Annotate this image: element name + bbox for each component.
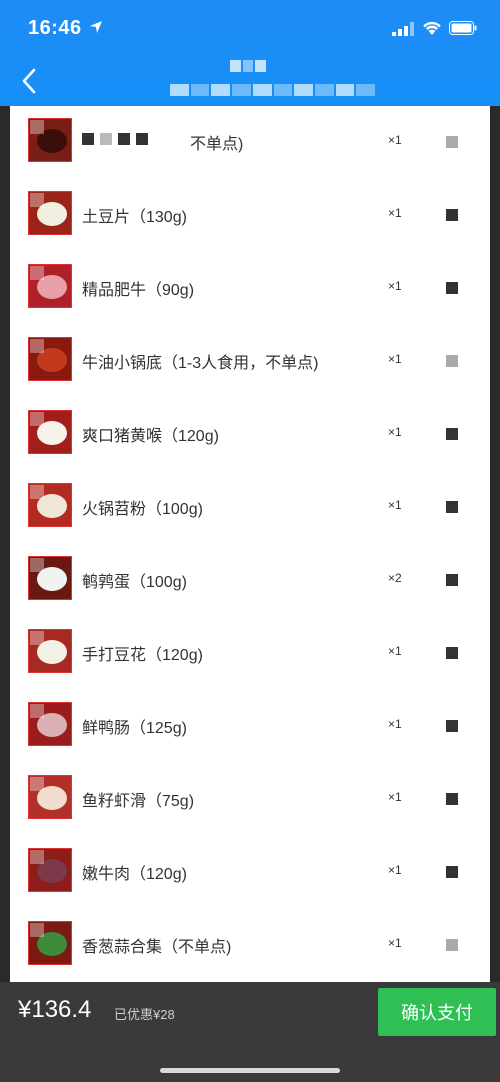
status-bar: 16:46 bbox=[0, 0, 500, 58]
list-item[interactable]: 香葱蒜合集（不单点) ×1 bbox=[10, 909, 490, 981]
list-item[interactable]: 火锅苕粉（100g) ×1 bbox=[10, 471, 490, 543]
item-name: 鱼籽虾滑（75g) bbox=[82, 793, 195, 810]
confirm-pay-button[interactable]: 确认支付 bbox=[378, 988, 496, 1036]
item-name: 土豆片（130g) bbox=[82, 209, 187, 226]
food-thumbnail bbox=[28, 556, 72, 600]
list-item[interactable]: 精品肥牛（90g) ×1 bbox=[10, 252, 490, 324]
list-item[interactable]: 鱼籽虾滑（75g) ×1 bbox=[10, 763, 490, 835]
item-name: 火锅苕粉（100g) bbox=[82, 501, 203, 518]
cellular-signal-icon bbox=[392, 22, 414, 36]
item-price-redacted bbox=[446, 209, 458, 221]
status-time: 16:46 bbox=[28, 17, 82, 39]
item-price-redacted bbox=[446, 939, 458, 951]
wifi-icon bbox=[423, 21, 441, 35]
item-quantity: ×1 bbox=[388, 717, 402, 731]
food-thumbnail bbox=[28, 337, 72, 381]
battery-icon bbox=[449, 21, 477, 35]
page-subtitle-redacted bbox=[170, 84, 376, 96]
list-item[interactable]: 手打豆花（120g) ×1 bbox=[10, 617, 490, 689]
item-name: 不单点) bbox=[190, 136, 244, 153]
order-item-list[interactable]: 不单点) ×1 土豆片（130g) ×1 精品肥牛（90g) ×1 牛油小锅底（… bbox=[10, 106, 490, 982]
item-quantity: ×1 bbox=[388, 352, 402, 366]
item-quantity: ×1 bbox=[388, 936, 402, 950]
food-thumbnail bbox=[28, 702, 72, 746]
item-name: 牛油小锅底（1-3人食用，不单点) bbox=[82, 355, 319, 372]
top-header: 16:46 bbox=[0, 0, 500, 106]
food-thumbnail bbox=[28, 921, 72, 965]
list-item[interactable]: 鲜鸭肠（125g) ×1 bbox=[10, 690, 490, 762]
item-price-redacted bbox=[446, 355, 458, 367]
item-price-redacted bbox=[446, 501, 458, 513]
discount-label: 已优惠¥28 bbox=[114, 1007, 175, 1022]
food-thumbnail bbox=[28, 264, 72, 308]
item-quantity: ×1 bbox=[388, 133, 402, 147]
checkout-footer: ¥136.4 已优惠¥28 确认支付 bbox=[0, 982, 500, 1082]
item-quantity: ×1 bbox=[388, 790, 402, 804]
item-quantity: ×1 bbox=[388, 206, 402, 220]
list-item[interactable]: 不单点) ×1 bbox=[10, 106, 490, 178]
item-name: 手打豆花（120g) bbox=[82, 647, 203, 664]
food-thumbnail bbox=[28, 775, 72, 819]
back-button[interactable] bbox=[14, 64, 44, 98]
item-name: 爽口猪黄喉（120g) bbox=[82, 428, 219, 445]
food-thumbnail bbox=[28, 629, 72, 673]
item-price-redacted bbox=[446, 647, 458, 659]
item-price-redacted bbox=[446, 793, 458, 805]
item-name: 鹌鹑蛋（100g) bbox=[82, 574, 187, 591]
item-quantity: ×1 bbox=[388, 644, 402, 658]
food-thumbnail bbox=[28, 191, 72, 235]
item-name: 精品肥牛（90g) bbox=[82, 282, 195, 299]
food-thumbnail bbox=[28, 118, 72, 162]
item-quantity: ×2 bbox=[388, 571, 402, 585]
item-quantity: ×1 bbox=[388, 863, 402, 877]
item-price-redacted bbox=[446, 574, 458, 586]
chevron-left-icon bbox=[22, 68, 36, 94]
page-title-redacted bbox=[230, 60, 267, 72]
item-name: 香葱蒜合集（不单点) bbox=[82, 939, 232, 956]
item-quantity: ×1 bbox=[388, 425, 402, 439]
list-item[interactable]: 土豆片（130g) ×1 bbox=[10, 179, 490, 251]
item-price-redacted bbox=[446, 428, 458, 440]
food-thumbnail bbox=[28, 483, 72, 527]
item-name: 嫩牛肉（120g) bbox=[82, 866, 187, 883]
list-item[interactable]: 嫩牛肉（120g) ×1 bbox=[10, 836, 490, 908]
item-quantity: ×1 bbox=[388, 498, 402, 512]
location-arrow-icon bbox=[90, 21, 102, 33]
item-price-redacted bbox=[446, 866, 458, 878]
item-name: 鲜鸭肠（125g) bbox=[82, 720, 187, 737]
item-price-redacted bbox=[446, 720, 458, 732]
item-name-redacted bbox=[82, 130, 190, 148]
food-thumbnail bbox=[28, 848, 72, 892]
list-item[interactable]: 鹌鹑蛋（100g) ×2 bbox=[10, 544, 490, 616]
list-item[interactable]: 爽口猪黄喉（120g) ×1 bbox=[10, 398, 490, 470]
home-indicator bbox=[160, 1068, 340, 1073]
item-price-redacted bbox=[446, 136, 458, 148]
food-thumbnail bbox=[28, 410, 72, 454]
total-price: ¥136.4 bbox=[18, 996, 92, 1023]
list-item[interactable]: 牛油小锅底（1-3人食用，不单点) ×1 bbox=[10, 325, 490, 397]
item-price-redacted bbox=[446, 282, 458, 294]
item-quantity: ×1 bbox=[388, 279, 402, 293]
